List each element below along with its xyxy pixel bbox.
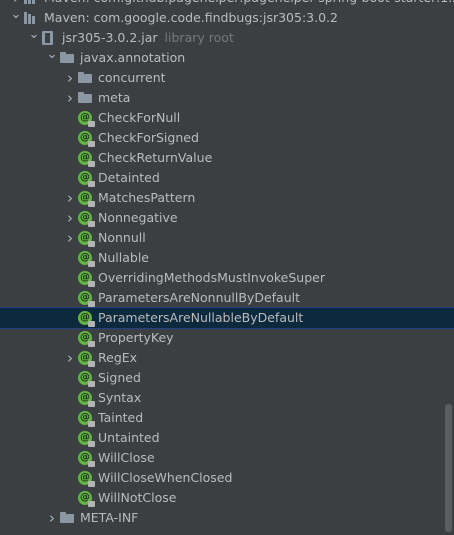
chevron-right-icon[interactable]: › [10,0,22,8]
tree-row[interactable]: ⌄ jsr305-3.0.2.jar library root [0,28,454,48]
tree-row-label: WillNotClose [98,490,177,505]
tree-row[interactable]: @ OverridingMethodsMustInvokeSuper [0,268,454,288]
annotation-icon: @ [78,391,95,407]
tree-row[interactable]: @ Syntax [0,388,454,408]
annotation-icon: @ [78,211,95,227]
tree-row-label: Syntax [98,390,142,405]
tree-row[interactable]: @ WillCloseWhenClosed [0,468,454,488]
tree-row-label: CheckForNull [98,110,181,125]
annotation-icon: @ [78,131,95,147]
tree-row-label: RegEx [98,350,138,365]
tree-row[interactable]: @ Tainted [0,408,454,428]
annotation-icon: @ [78,371,95,387]
tree-row[interactable]: @ WillNotClose [0,488,454,508]
project-tree[interactable]: › Maven: com.github.pagehelper:pagehelper… [0,0,454,535]
annotation-icon: @ [78,231,95,247]
tree-row-label: ParametersAreNullableByDefault [98,310,304,325]
chevron-right-icon[interactable]: › [64,68,76,88]
tree-row[interactable]: @ Detainted [0,168,454,188]
chevron-down-icon[interactable]: ⌄ [10,8,22,28]
chevron-right-icon[interactable]: › [64,228,76,248]
tree-row-label: concurrent [98,70,166,85]
annotation-icon: @ [78,351,95,367]
tree-row[interactable]: @ ParametersAreNonnullByDefault [0,288,454,308]
chevron-right-icon[interactable]: › [46,508,58,528]
chevron-down-icon[interactable]: ⌄ [28,28,40,48]
annotation-icon: @ [78,331,95,347]
package-folder-icon [78,72,92,83]
tree-row[interactable]: @ WillClose [0,448,454,468]
package-folder-icon [60,512,74,523]
chevron-right-icon[interactable]: › [64,208,76,228]
tree-row[interactable]: ⌄ javax.annotation [0,48,454,68]
annotation-icon: @ [78,191,95,207]
tree-row[interactable]: @ ParametersAreNullableByDefault [0,307,454,329]
tree-row-label: jsr305-3.0.2.jar library root [62,30,234,45]
vertical-scrollbar[interactable] [445,404,452,532]
annotation-icon: @ [78,471,95,487]
maven-library-icon [24,12,38,24]
tree-row-label: WillClose [98,450,155,465]
tree-row-label: Nonnegative [98,210,178,225]
library-root-hint: library root [164,30,234,45]
annotation-icon: @ [78,451,95,467]
tree-row-label: CheckForSigned [98,130,199,145]
tree-row-label: WillCloseWhenClosed [98,470,233,485]
annotation-icon: @ [78,111,95,127]
tree-row-label: Detainted [98,170,160,185]
package-folder-icon [60,52,74,63]
tree-row-label: META-INF [80,510,139,525]
tree-row-label: MatchesPattern [98,190,196,205]
tree-row[interactable]: › @ MatchesPattern [0,188,454,208]
annotation-icon: @ [78,271,95,287]
chevron-down-icon[interactable]: ⌄ [46,48,58,68]
tree-row-label: meta [98,90,131,105]
tree-row[interactable]: › META-INF [0,508,454,528]
tree-row-label: Tainted [98,410,144,425]
tree-row[interactable]: @ CheckForNull [0,108,454,128]
tree-row[interactable]: @ Nullable [0,248,454,268]
annotation-icon: @ [78,151,95,167]
tree-row-label: CheckReturnValue [98,150,213,165]
tree-row[interactable]: @ Untainted [0,428,454,448]
annotation-icon: @ [78,251,95,267]
chevron-right-icon[interactable]: › [64,188,76,208]
tree-row[interactable]: › @ Nonnull [0,228,454,248]
tree-row[interactable]: › @ RegEx [0,348,454,368]
tree-row[interactable]: › Maven: com.github.pagehelper:pagehelper… [0,0,454,8]
maven-library-icon [24,0,38,4]
chevron-right-icon[interactable]: › [64,348,76,368]
tree-row[interactable]: @ Signed [0,368,454,388]
tree-row[interactable]: @ CheckReturnValue [0,148,454,168]
annotation-icon: @ [78,171,95,187]
package-folder-icon [78,92,92,103]
tree-row-label: OverridingMethodsMustInvokeSuper [98,270,325,285]
annotation-icon: @ [78,311,95,327]
tree-row-label: PropertyKey [98,330,174,345]
tree-row-label: Maven: com.google.code.findbugs:jsr305:3… [44,10,338,25]
chevron-right-icon[interactable]: › [64,88,76,108]
tree-row[interactable]: @ CheckForSigned [0,128,454,148]
annotation-icon: @ [78,291,95,307]
tree-row[interactable]: › @ Nonnegative [0,208,454,228]
tree-row-label: Maven: com.github.pagehelper:pagehelper-… [44,0,454,8]
tree-row[interactable]: ⌄ Maven: com.google.code.findbugs:jsr305:… [0,8,454,28]
tree-row-label: Signed [98,370,141,385]
annotation-icon: @ [78,491,95,507]
annotation-icon: @ [78,431,95,447]
tree-row-label: javax.annotation [80,50,186,65]
jar-icon [42,31,53,45]
tree-row-label: Nonnull [98,230,146,245]
tree-row[interactable]: › concurrent [0,68,454,88]
tree-row[interactable]: @ PropertyKey [0,328,454,348]
tree-row-label: ParametersAreNonnullByDefault [98,290,301,305]
tree-row-label: Nullable [98,250,149,265]
tree-row-label: Untainted [98,430,160,445]
tree-row[interactable]: › meta [0,88,454,108]
annotation-icon: @ [78,411,95,427]
